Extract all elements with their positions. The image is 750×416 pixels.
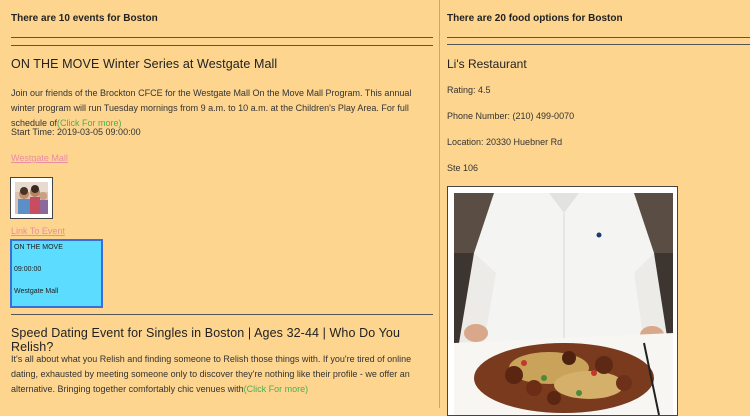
- restaurant-rating: Rating: 4.5: [447, 85, 491, 95]
- food-dish-image: [454, 193, 673, 415]
- divider: [11, 314, 433, 315]
- restaurant-photo[interactable]: [447, 186, 678, 416]
- food-count-heading: There are 20 food options for Boston: [447, 13, 623, 24]
- event-title: ON THE MOVE Winter Series at Westgate Ma…: [11, 57, 278, 71]
- event-card[interactable]: ON THE MOVE 09:00:00 Westgate Mall: [10, 239, 103, 308]
- event-start-time: Start Time: 2019-03-05 09:00:00: [11, 127, 141, 137]
- events-column: There are 10 events for Boston ON THE MO…: [0, 0, 440, 408]
- event-card-name: ON THE MOVE: [14, 244, 63, 251]
- click-for-more-link[interactable]: (Click For more): [244, 384, 309, 394]
- restaurant-location: Location: 20330 Huebner Rd: [447, 137, 563, 147]
- divider: [11, 37, 433, 38]
- venue-link[interactable]: Westgate Mall: [11, 153, 68, 163]
- event-card-venue: Westgate Mall: [14, 288, 59, 295]
- restaurant-phone: Phone Number: (210) 499-0070: [447, 111, 575, 121]
- event-description: Join our friends of the Brockton CFCE fo…: [11, 86, 431, 131]
- divider: [11, 45, 433, 46]
- event-card-time: 09:00:00: [14, 266, 42, 273]
- divider: [447, 37, 750, 38]
- restaurant-location-line2: Ste 106: [447, 163, 479, 173]
- event-thumbnail[interactable]: [10, 177, 53, 219]
- event-title: Speed Dating Event for Singles in Boston…: [11, 326, 401, 354]
- event-link[interactable]: Link To Event: [11, 226, 65, 236]
- divider: [447, 44, 750, 45]
- restaurant-name: Li's Restaurant: [447, 57, 527, 71]
- event-description: It's all about what you Relish and findi…: [11, 352, 436, 397]
- event-description-text: It's all about what you Relish and findi…: [11, 354, 412, 394]
- events-count-heading: There are 10 events for Boston: [11, 13, 158, 24]
- event-photo: [15, 182, 48, 214]
